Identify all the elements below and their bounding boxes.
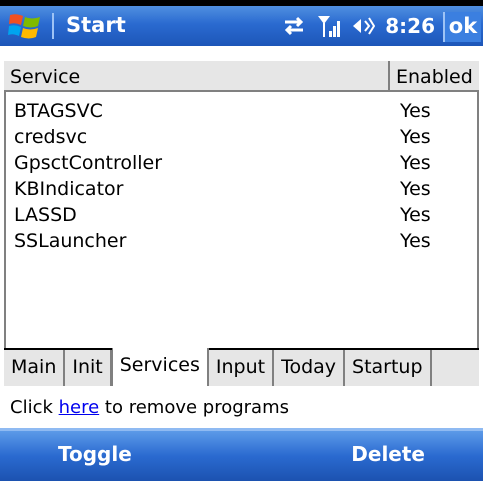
- tab-strip: Main Init Services Input Today Startup: [4, 348, 479, 386]
- tab-main[interactable]: Main: [4, 350, 66, 386]
- service-enabled: Yes: [400, 100, 431, 122]
- delete-softkey[interactable]: Delete: [351, 442, 425, 466]
- tab-services[interactable]: Services: [111, 348, 209, 386]
- list-item[interactable]: credsvc Yes: [10, 124, 475, 150]
- services-list[interactable]: BTAGSVC Yes credsvc Yes GpsctController …: [4, 92, 479, 348]
- remove-programs-link[interactable]: here: [59, 397, 100, 418]
- column-header-enabled[interactable]: Enabled: [396, 66, 473, 88]
- remove-prefix: Click: [10, 397, 59, 418]
- tab-today[interactable]: Today: [274, 350, 346, 386]
- tab-init[interactable]: Init: [65, 350, 112, 386]
- service-enabled: Yes: [400, 178, 431, 200]
- service-enabled: Yes: [400, 230, 431, 252]
- column-header-service[interactable]: Service: [10, 66, 80, 88]
- service-name: credsvc: [14, 126, 88, 148]
- signal-icon[interactable]: [317, 14, 341, 38]
- sync-icon[interactable]: [281, 15, 307, 37]
- list-item[interactable]: GpsctController Yes: [10, 150, 475, 176]
- clock[interactable]: 8:26: [385, 14, 435, 38]
- service-name: SSLauncher: [14, 230, 127, 252]
- service-name: LASSD: [14, 204, 77, 226]
- tab-startup[interactable]: Startup: [345, 350, 432, 386]
- softkey-bar: Toggle Delete: [0, 428, 483, 481]
- service-enabled: Yes: [400, 126, 431, 148]
- column-divider[interactable]: [388, 61, 390, 91]
- list-item[interactable]: SSLauncher Yes: [10, 228, 475, 254]
- service-enabled: Yes: [400, 204, 431, 226]
- service-name: GpsctController: [14, 152, 163, 174]
- list-item[interactable]: BTAGSVC Yes: [10, 98, 475, 124]
- remove-suffix: to remove programs: [99, 397, 289, 418]
- windows-flag-icon[interactable]: [8, 11, 42, 41]
- list-item[interactable]: LASSD Yes: [10, 202, 475, 228]
- remove-programs-text: Click here to remove programs: [10, 397, 289, 418]
- list-header: Service Enabled: [4, 60, 479, 92]
- ok-button[interactable]: ok: [443, 12, 481, 42]
- status-area: 8:26: [281, 14, 435, 38]
- service-name: BTAGSVC: [14, 100, 103, 122]
- volume-icon[interactable]: [351, 15, 376, 37]
- service-name: KBIndicator: [14, 178, 124, 200]
- title-separator: [52, 13, 54, 39]
- title-bar: Start 8:26 ok: [0, 0, 483, 46]
- tab-input[interactable]: Input: [208, 350, 275, 386]
- service-enabled: Yes: [400, 152, 431, 174]
- page-title[interactable]: Start: [66, 13, 126, 37]
- list-item[interactable]: KBIndicator Yes: [10, 176, 475, 202]
- toggle-softkey[interactable]: Toggle: [58, 442, 132, 466]
